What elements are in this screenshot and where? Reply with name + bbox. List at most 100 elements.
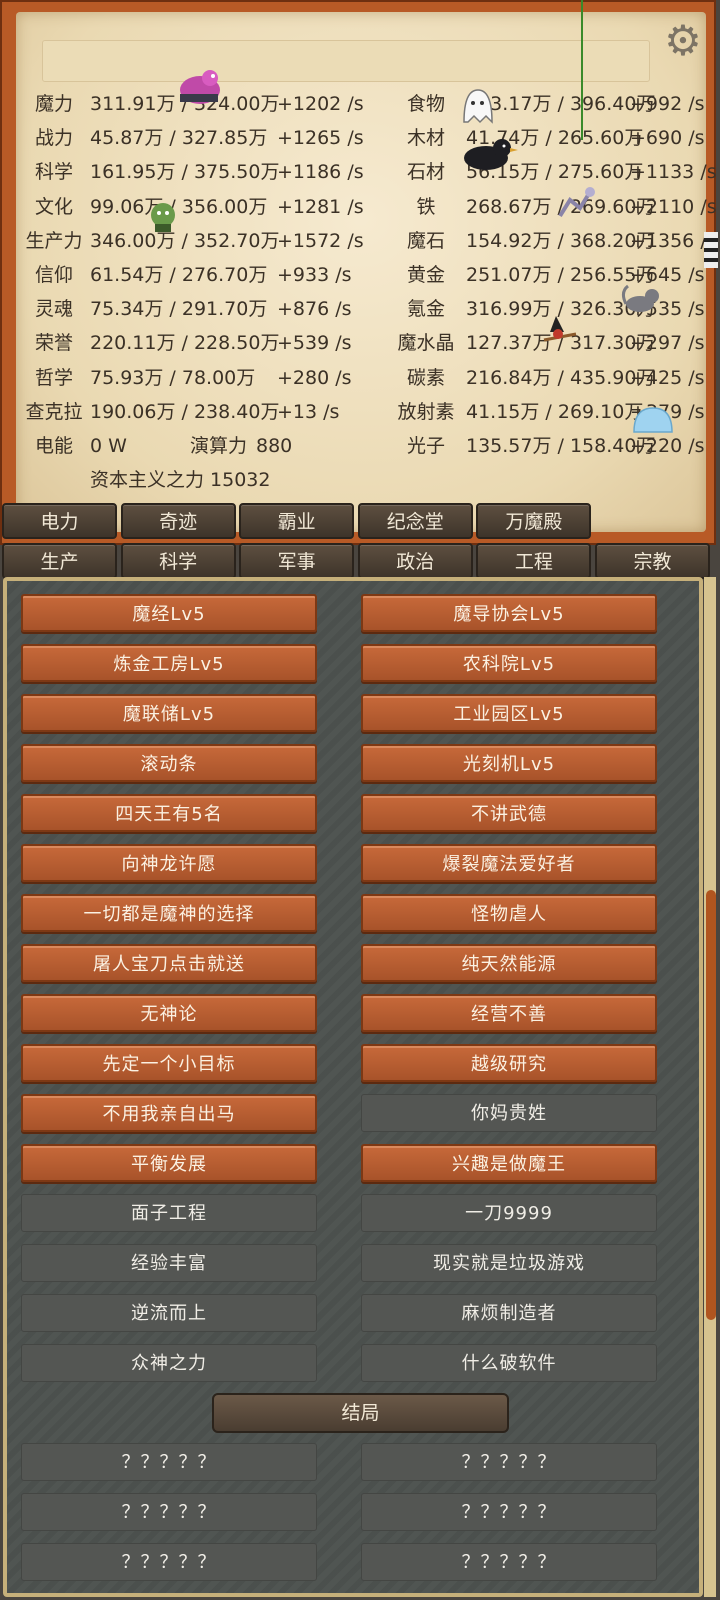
resource-row: 魔力 311.91万 / 324.00万 +1202 /s 食物 233.17万 / 3… xyxy=(20,87,720,121)
resource-name: 光子 xyxy=(406,435,445,457)
resource-rate: +1186 /s xyxy=(277,161,364,184)
resource-name: 战力 xyxy=(34,127,73,150)
resource-amount: 154.92万 / 368.20万 xyxy=(466,229,656,252)
achievement-button[interactable]: 光刻机Lv5 xyxy=(361,744,657,782)
resource-rate: +1265 /s xyxy=(277,127,364,150)
ending-button-locked[interactable]: ？？？？？ xyxy=(361,1493,657,1531)
achievement-button[interactable]: 怪物虐人 xyxy=(361,894,657,932)
achievement-button-locked[interactable]: 一刀9999 xyxy=(361,1194,657,1232)
achievement-button[interactable]: 魔经Lv5 xyxy=(21,594,317,632)
ghost-sprite xyxy=(463,89,493,124)
resource-name: 魔水晶 xyxy=(397,332,455,355)
achievement-button[interactable]: 四天王有5名 xyxy=(21,794,317,832)
achievement-button[interactable]: 不用我亲自出马 xyxy=(21,1094,317,1132)
goblin-sprite xyxy=(151,203,175,232)
achievement-button[interactable]: 农科院Lv5 xyxy=(361,644,657,682)
resource-name: 铁 xyxy=(416,195,436,218)
tab-tabs-row2-3[interactable]: 政治 xyxy=(357,543,473,579)
tab-tabs-row2-2[interactable]: 军事 xyxy=(239,543,355,579)
resource-name: 科学 xyxy=(34,161,73,184)
slime-sprite xyxy=(633,407,673,433)
resource-rate: +280 /s xyxy=(277,366,352,389)
resource-rate: +13 /s xyxy=(277,400,340,423)
witch-sprite xyxy=(543,316,577,342)
resource-rate: +1133 /s xyxy=(630,161,717,184)
resource-rate: +1572 /s xyxy=(277,229,364,252)
achievement-button-locked[interactable]: 逆流而上 xyxy=(21,1294,317,1332)
resource-rate: +425 /s xyxy=(630,366,705,389)
resource-name: 灵魂 xyxy=(34,298,73,321)
achievement-button[interactable]: 越级研究 xyxy=(361,1044,657,1082)
achievement-button-locked[interactable]: 经验丰富 xyxy=(21,1244,317,1282)
tab-tabs-row1-0[interactable]: 电力 xyxy=(2,503,117,539)
tab-tabs-row1-2[interactable]: 霸业 xyxy=(239,503,355,539)
resource-name: 木材 xyxy=(406,127,445,150)
achievement-button[interactable]: 工业园区Lv5 xyxy=(361,694,657,732)
resource-amount: 216.84万 / 435.90万 xyxy=(466,366,656,389)
achievement-button[interactable]: 先定一个小目标 xyxy=(21,1044,317,1082)
resource-row: 荣誉 220.11万 / 228.50万 +539 /s 魔水晶 127.37万 / 3… xyxy=(20,326,720,360)
achievement-button[interactable]: 滚动条 xyxy=(21,744,317,782)
achievement-button[interactable]: 魔联储Lv5 xyxy=(21,694,317,732)
resource-row: 查克拉 190.06万 / 238.40万 +13 /s 放射素 41.15万 / 26… xyxy=(20,395,720,429)
ending-header: 结局 xyxy=(212,1393,509,1433)
achievement-button-locked[interactable]: 现实就是垃圾游戏 xyxy=(361,1244,657,1282)
resource-amount: 75.93万 / 78.00万 xyxy=(90,366,256,389)
ending-button-locked[interactable]: ？？？？？ xyxy=(21,1543,317,1581)
ending-button-locked[interactable]: ？？？？？ xyxy=(21,1443,317,1481)
resource-rate: +992 /s xyxy=(630,93,705,115)
power-row: 电能 0 W 演算力 880 xyxy=(20,429,380,463)
achievement-button[interactable]: 向神龙许愿 xyxy=(21,844,317,882)
hanging-vine xyxy=(581,0,583,140)
achievement-button-locked[interactable]: 什么破软件 xyxy=(361,1344,657,1382)
resource-row: 战力 45.87万 / 327.85万 +1265 /s 木材 41.74万 / 265… xyxy=(20,121,720,155)
gear-icon[interactable]: ⚙ xyxy=(662,20,704,62)
resource-rate: +1281 /s xyxy=(277,195,364,218)
tab-tabs-row2-0[interactable]: 生产 xyxy=(2,543,117,579)
ending-button-locked[interactable]: ？？？？？ xyxy=(361,1443,657,1481)
achievement-button-locked[interactable]: 你妈贵姓 xyxy=(361,1094,657,1132)
achievement-button[interactable]: 兴趣是做魔王 xyxy=(361,1144,657,1182)
tab-tabs-row2-4[interactable]: 工程 xyxy=(476,543,592,579)
tab-tabs-row2-5[interactable]: 宗教 xyxy=(595,543,710,579)
ending-button-locked[interactable]: ？？？？？ xyxy=(361,1543,657,1581)
achievement-button[interactable]: 炼金工房Lv5 xyxy=(21,644,317,682)
resource-rate: +297 /s xyxy=(630,332,705,355)
resource-amount: 75.34万 / 291.70万 xyxy=(90,298,268,321)
tab-tabs-row1-3[interactable]: 纪念堂 xyxy=(357,503,473,539)
scrollbar-thumb[interactable] xyxy=(706,890,716,1320)
resource-row: 哲学 75.93万 / 78.00万 +280 /s 碳素 216.84万 / 435.… xyxy=(20,361,720,395)
achievement-button-locked[interactable]: 众神之力 xyxy=(21,1344,317,1382)
resource-name: 哲学 xyxy=(34,366,73,389)
resource-rate: +690 /s xyxy=(630,127,705,150)
resource-amount: 45.87万 / 327.85万 xyxy=(90,127,268,150)
achievement-button-locked[interactable]: 面子工程 xyxy=(21,1194,317,1232)
achievement-button[interactable]: 魔导协会Lv5 xyxy=(361,594,657,632)
cat-sprite xyxy=(621,284,659,312)
achievement-button[interactable]: 一切都是魔神的选择 xyxy=(21,894,317,932)
dragon-sprite xyxy=(180,70,220,104)
tab-tabs-row1-4[interactable]: 万魔殿 xyxy=(476,503,592,539)
zebra-sprite xyxy=(704,232,718,268)
tab-tabs-row2-1[interactable]: 科学 xyxy=(120,543,236,579)
resource-amount: 190.06万 / 238.40万 xyxy=(90,400,280,423)
resource-row: 文化 99.06万 / 356.00万 +1281 /s 铁 268.67万 / 269… xyxy=(20,190,720,224)
achievement-button[interactable]: 屠人宝刀点击就送 xyxy=(21,944,317,982)
ending-button-locked[interactable]: ？？？？？ xyxy=(21,1493,317,1531)
resource-row: 生产力 346.00万 / 352.70万 +1572 /s 魔石 154.92万 / … xyxy=(20,224,720,258)
achievement-button-locked[interactable]: 麻烦制造者 xyxy=(361,1294,657,1332)
achievement-button[interactable]: 无神论 xyxy=(21,994,317,1032)
resource-rate: +539 /s xyxy=(277,332,352,355)
resource-name: 食物 xyxy=(406,93,445,115)
achievement-button[interactable]: 不讲武德 xyxy=(361,794,657,832)
resource-name: 石材 xyxy=(406,161,445,184)
power-value: 0 W xyxy=(90,435,127,457)
achievement-button[interactable]: 爆裂魔法爱好者 xyxy=(361,844,657,882)
resource-amount: 135.57万 / 158.40万 xyxy=(466,435,656,457)
resource-rate: +220 /s xyxy=(630,435,705,457)
resource-rate: +1202 /s xyxy=(277,93,364,115)
achievement-button[interactable]: 平衡发展 xyxy=(21,1144,317,1182)
tab-tabs-row1-1[interactable]: 奇迹 xyxy=(120,503,236,539)
achievement-button[interactable]: 经营不善 xyxy=(361,994,657,1032)
achievement-button[interactable]: 纯天然能源 xyxy=(361,944,657,982)
